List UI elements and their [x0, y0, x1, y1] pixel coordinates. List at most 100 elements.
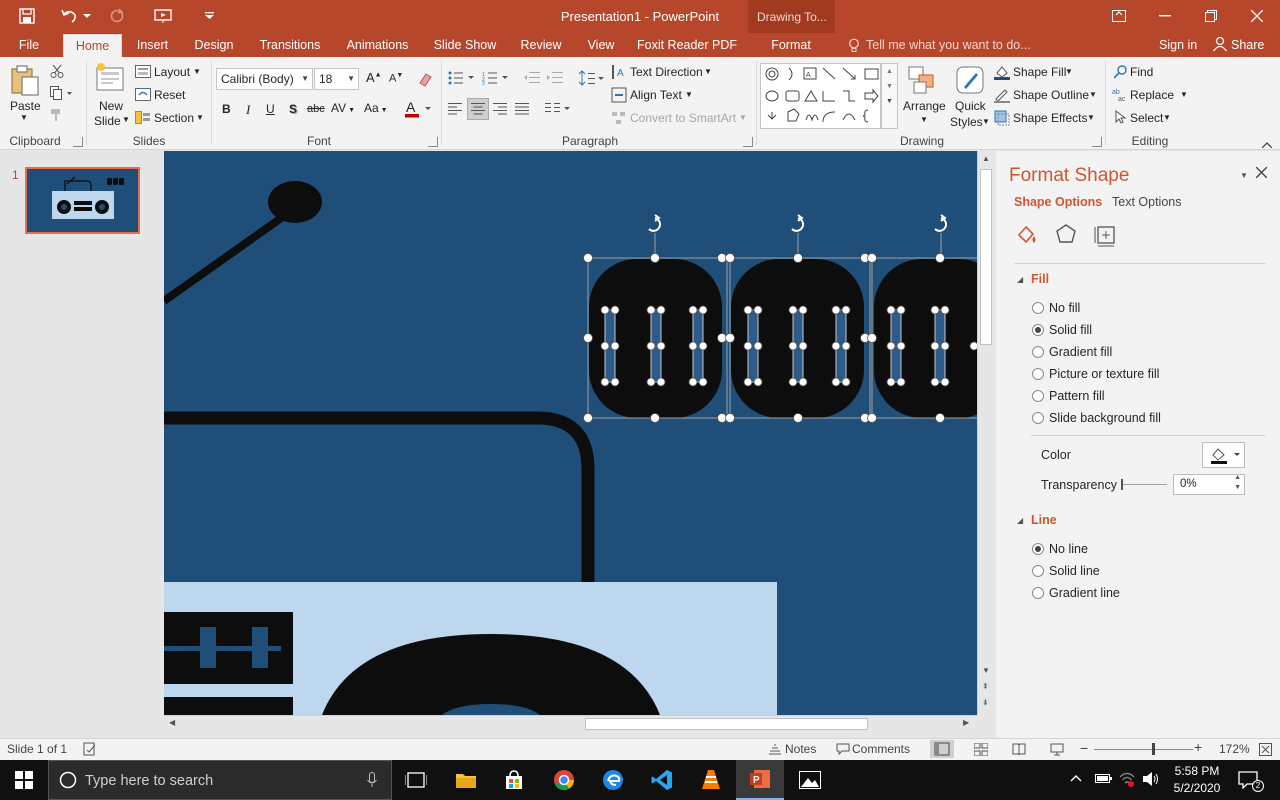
slide-show-icon[interactable]	[1050, 743, 1064, 759]
clear-formatting-icon[interactable]	[417, 71, 433, 90]
arrange-button[interactable]: Arrange	[903, 99, 946, 113]
network-icon[interactable]	[1119, 771, 1135, 790]
shape-fill-icon[interactable]	[994, 64, 1010, 83]
copy-icon[interactable]	[50, 86, 72, 103]
text-direction-icon[interactable]: A	[611, 64, 627, 83]
justify-icon[interactable]	[515, 103, 529, 118]
start-from-beginning-icon[interactable]	[152, 6, 174, 26]
decrease-indent-icon[interactable]	[524, 71, 540, 88]
clock-date[interactable]: 5/2/2020	[1170, 781, 1224, 795]
format-painter-icon[interactable]	[50, 108, 64, 125]
battery-icon[interactable]	[1095, 772, 1113, 787]
transparency-slider[interactable]	[1121, 484, 1167, 485]
text-direction-button[interactable]: Text Direction	[630, 65, 703, 79]
spelling-check-icon[interactable]	[83, 742, 97, 759]
fit-to-window-icon[interactable]	[1259, 743, 1272, 759]
collapse-ribbon-icon[interactable]	[1261, 137, 1273, 151]
comments-icon[interactable]	[836, 743, 850, 758]
pattern-fill-radio[interactable]	[1032, 390, 1044, 402]
pane-close-icon[interactable]	[1255, 166, 1268, 181]
new-slide-dropdown-icon[interactable]: ▼	[122, 115, 130, 124]
undo-icon[interactable]	[58, 6, 80, 26]
clock-time[interactable]: 5:58 PM	[1172, 764, 1222, 778]
layout-dropdown-icon[interactable]: ▼	[193, 67, 201, 76]
tab-format[interactable]: Format	[764, 33, 818, 57]
normal-view-icon[interactable]	[930, 740, 954, 758]
taskbar-search-box[interactable]: Type here to search	[48, 760, 392, 800]
transparency-up-icon[interactable]: ▲	[1234, 474, 1241, 481]
font-size-dropdown-icon[interactable]: ▼	[347, 69, 355, 89]
arrange-dropdown-icon[interactable]: ▼	[920, 115, 928, 124]
horizontal-scroll-thumb[interactable]	[585, 718, 868, 730]
section-icon[interactable]	[135, 111, 151, 127]
tab-insert[interactable]: Insert	[130, 33, 175, 57]
font-color-icon[interactable]: A	[404, 99, 432, 122]
change-case-icon[interactable]: Aa ▼	[364, 101, 388, 115]
shape-outline-icon[interactable]	[994, 87, 1010, 106]
align-text-button[interactable]: Align Text	[630, 88, 682, 102]
clipboard-launcher-icon[interactable]	[73, 137, 83, 147]
battery-shape-3[interactable]	[874, 259, 977, 418]
fill-color-picker[interactable]	[1202, 442, 1245, 468]
save-icon[interactable]	[16, 6, 38, 26]
reset-button[interactable]: Reset	[154, 88, 185, 102]
reset-icon[interactable]	[135, 88, 151, 104]
scroll-down-icon[interactable]: ▼	[982, 666, 990, 675]
tab-review[interactable]: Review	[516, 33, 566, 57]
shape-fill-button[interactable]: Shape Fill	[1013, 65, 1066, 79]
transparency-down-icon[interactable]: ▼	[1234, 484, 1241, 491]
antenna-knob[interactable]	[268, 181, 322, 223]
solid-fill-radio[interactable]	[1032, 324, 1044, 336]
italic-icon[interactable]: I	[246, 102, 250, 118]
microsoft-store-icon[interactable]	[490, 760, 538, 800]
select-icon[interactable]	[1114, 109, 1128, 127]
bold-icon[interactable]: B	[222, 102, 231, 116]
line-section-header[interactable]: Line	[1031, 513, 1057, 527]
drawing-launcher-icon[interactable]	[1092, 137, 1102, 147]
find-icon[interactable]	[1113, 65, 1128, 82]
vertical-scrollbar[interactable]: ▲ ▼ ⇞ ⇟	[977, 151, 994, 715]
align-text-dropdown-icon[interactable]: ▼	[685, 90, 693, 99]
tab-home[interactable]: Home	[63, 34, 122, 57]
underline-icon[interactable]: U	[266, 102, 275, 116]
quick-styles-label-1[interactable]: Quick	[955, 99, 986, 113]
shape-options-tab[interactable]: Shape Options	[1014, 195, 1102, 209]
find-button[interactable]: Find	[1130, 65, 1153, 79]
tab-transitions[interactable]: Transitions	[254, 33, 326, 57]
font-launcher-icon[interactable]	[428, 137, 438, 147]
chrome-icon[interactable]	[540, 760, 588, 800]
no-fill-radio[interactable]	[1032, 302, 1044, 314]
no-fill-label[interactable]: No fill	[1049, 301, 1080, 315]
arrange-icon[interactable]	[907, 65, 939, 98]
gradient-line-label[interactable]: Gradient line	[1049, 586, 1120, 600]
share-button[interactable]: Share	[1231, 38, 1264, 52]
horizontal-scrollbar[interactable]: ◀ ▶	[164, 715, 977, 732]
comments-button[interactable]: Comments	[852, 742, 910, 756]
picture-texture-fill-label[interactable]: Picture or texture fill	[1049, 367, 1159, 381]
new-slide-icon[interactable]	[95, 62, 127, 99]
minimize-button[interactable]	[1142, 0, 1188, 32]
undo-dropdown-icon[interactable]	[80, 6, 94, 26]
layout-button[interactable]: Layout	[154, 65, 190, 79]
increase-indent-icon[interactable]	[547, 71, 563, 88]
new-slide-label-2[interactable]: Slide	[94, 114, 121, 128]
paste-icon[interactable]	[8, 63, 42, 100]
redo-icon[interactable]	[106, 6, 128, 26]
shape-outline-button[interactable]: Shape Outline	[1013, 88, 1089, 102]
size-properties-icon[interactable]	[1094, 223, 1118, 250]
line-spacing-icon[interactable]	[578, 70, 605, 89]
tell-me-search[interactable]: Tell me what you want to do...	[866, 38, 1031, 52]
no-line-radio[interactable]	[1032, 543, 1044, 555]
cut-icon[interactable]	[50, 64, 64, 81]
slide-background-fill-radio[interactable]	[1032, 412, 1044, 424]
transparency-input[interactable]: 0% ▲ ▼	[1173, 474, 1245, 495]
vlc-icon[interactable]	[687, 760, 735, 800]
quick-styles-label-2[interactable]: Styles	[950, 115, 983, 129]
restore-button[interactable]	[1188, 0, 1234, 32]
new-slide-label-1[interactable]: New	[99, 99, 123, 113]
layout-icon[interactable]	[135, 65, 151, 81]
select-dropdown-icon[interactable]: ▼	[1163, 113, 1171, 122]
increase-font-size-icon[interactable]: A▲	[366, 70, 382, 85]
fill-section-header[interactable]: Fill	[1031, 272, 1049, 286]
convert-smartart-button[interactable]: Convert to SmartArt	[630, 111, 736, 125]
